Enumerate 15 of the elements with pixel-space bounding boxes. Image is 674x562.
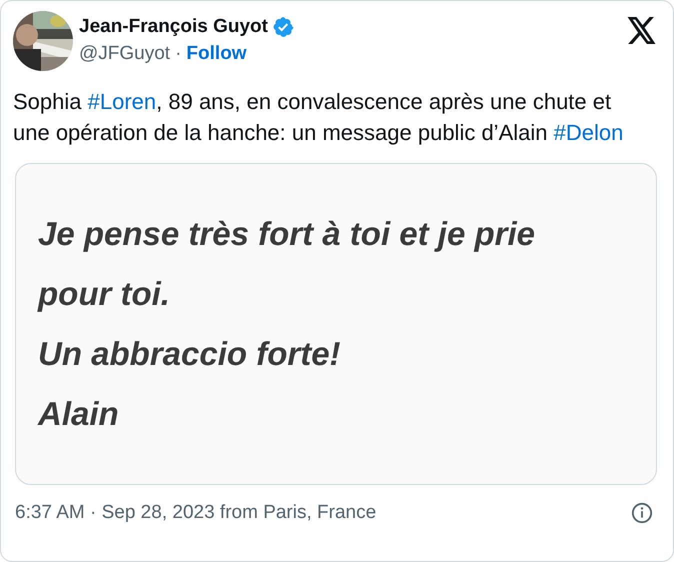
- author-name[interactable]: Jean-François Guyot: [79, 15, 268, 39]
- follow-link[interactable]: Follow: [186, 40, 247, 68]
- note-text: pour toi.: [38, 274, 170, 314]
- separator: ·: [175, 42, 182, 66]
- hashtag-link[interactable]: #Delon: [554, 120, 624, 145]
- media-card[interactable]: Je pense très fort à toi et je prie pour toi. Un abbraccio forte! Alain: [15, 163, 657, 485]
- x-logo-icon[interactable]: [627, 17, 657, 44]
- note-text: Alain: [38, 394, 119, 434]
- note-text: Je pense très fort à toi et je prie: [38, 214, 535, 254]
- info-icon[interactable]: [631, 502, 653, 524]
- author-handle[interactable]: @JFGuyot: [79, 40, 170, 68]
- note-text: Un abbraccio forte!: [38, 334, 341, 374]
- timestamp[interactable]: 6:37 AM · Sep 28, 2023 from Paris, France: [15, 499, 376, 528]
- hashtag-link[interactable]: #Loren: [88, 89, 156, 114]
- tweet-text: Sophia #Loren, 89 ans, en convalescence après une chute et une opération de la hanche: un message public d’Alain #Delon: [13, 88, 624, 147]
